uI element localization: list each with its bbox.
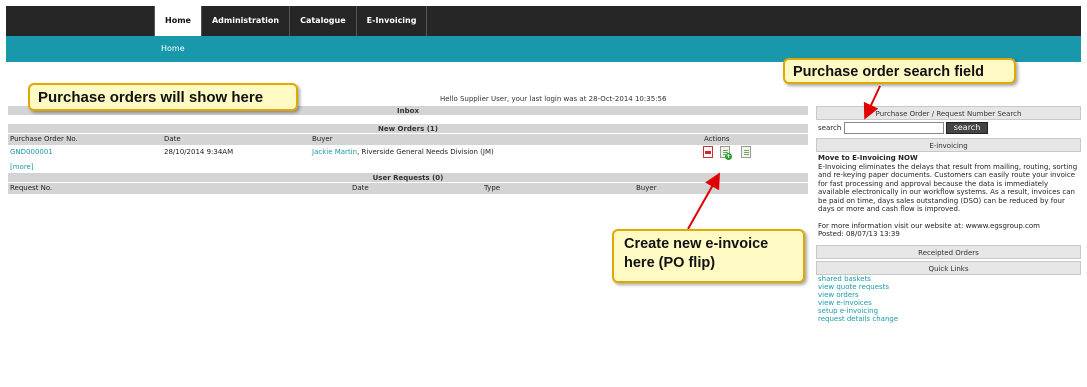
buyer-link[interactable]: Jackie Martin	[312, 148, 357, 156]
quick-link-view-quote-requests[interactable]: view quote requests	[816, 283, 1081, 291]
quick-link-request-details-change[interactable]: request details change	[816, 315, 1081, 323]
sidebar: Purchase Order / Request Number Search s…	[816, 106, 1081, 323]
receipted-orders-heading[interactable]: Receipted Orders	[816, 244, 1081, 259]
more-row: [more]	[8, 161, 808, 173]
column-header-date: Date	[164, 135, 181, 143]
user-requests-header-row: Request No. Date Type Buyer	[8, 183, 808, 194]
breadcrumb[interactable]: Home	[161, 44, 185, 53]
search-row: search search	[816, 120, 1081, 136]
buyer-division: , Riverside General Needs Division (JM)	[357, 148, 494, 156]
column-header-buyer: Buyer	[312, 135, 333, 143]
quick-link-view-orders[interactable]: view orders	[816, 291, 1081, 299]
quick-links-heading: Quick Links	[816, 260, 1081, 275]
einvoicing-title: Move to E-Invoicing NOW	[818, 154, 918, 162]
einvoicing-posted: Posted: 08/07/13 13:39	[818, 230, 900, 238]
column-header-request-date: Date	[352, 184, 369, 192]
inbox-panel: Inbox New Orders (1) Purchase Order No. …	[8, 106, 808, 194]
column-header-request-no: Request No.	[10, 184, 53, 192]
create-invoice-icon[interactable]: +	[720, 146, 732, 160]
einvoicing-panel: Move to E-Invoicing NOW E-Invoicing elim…	[816, 152, 1081, 241]
user-requests-heading: User Requests (0)	[8, 173, 808, 183]
new-orders-heading: New Orders (1)	[8, 124, 808, 134]
more-link[interactable]: [more]	[10, 161, 34, 173]
order-date: 28/10/2014 9:34AM	[164, 148, 234, 156]
tab-e-invoicing[interactable]: E-Invoicing	[357, 6, 428, 36]
new-orders-header-row: Purchase Order No. Date Buyer Actions	[8, 134, 808, 145]
callout-search-field: Purchase order search field	[783, 58, 1016, 84]
plus-icon: +	[725, 153, 732, 160]
callout-purchase-orders: Purchase orders will show here	[28, 83, 298, 111]
einvoicing-more-info: For more information visit our website a…	[818, 221, 1040, 230]
einvoicing-heading: E-invoicing	[816, 138, 1081, 152]
tab-catalogue[interactable]: Catalogue	[290, 6, 357, 36]
search-input[interactable]	[844, 122, 944, 134]
tab-administration[interactable]: Administration	[202, 6, 291, 36]
quick-link-view-e-invoices[interactable]: view e-invoices	[816, 299, 1081, 307]
buyer-cell: Jackie Martin, Riverside General Needs D…	[312, 147, 494, 158]
search-heading: Purchase Order / Request Number Search	[816, 106, 1081, 120]
callout-create-invoice: Create new e-invoice here (PO flip)	[612, 229, 805, 283]
main-tabs: Home Administration Catalogue E-Invoicin…	[154, 6, 428, 36]
search-label: search	[818, 124, 842, 132]
einvoicing-body: E-Invoicing eliminates the delays that r…	[818, 162, 1078, 214]
po-number-link[interactable]: GND000001	[10, 147, 53, 158]
quick-link-setup-e-invoicing[interactable]: setup e-invoicing	[816, 307, 1081, 315]
tab-home[interactable]: Home	[154, 6, 202, 36]
table-row: GND000001 28/10/2014 9:34AM Jackie Marti…	[8, 145, 808, 161]
column-header-po: Purchase Order No.	[10, 135, 78, 143]
quick-links: shared baskets view quote requests view …	[816, 275, 1081, 323]
document-icon[interactable]	[741, 146, 751, 158]
pdf-icon[interactable]	[703, 146, 713, 158]
quick-link-shared-baskets[interactable]: shared baskets	[816, 275, 1081, 283]
search-button[interactable]: search	[946, 122, 988, 134]
page: { "nav": { "tabs": [ {"label": "Home", "…	[0, 0, 1087, 387]
column-header-type: Type	[484, 184, 501, 192]
column-header-actions: Actions	[704, 135, 730, 143]
login-greeting: Hello Supplier User, your last login was…	[440, 95, 667, 103]
column-header-request-buyer: Buyer	[636, 184, 657, 192]
